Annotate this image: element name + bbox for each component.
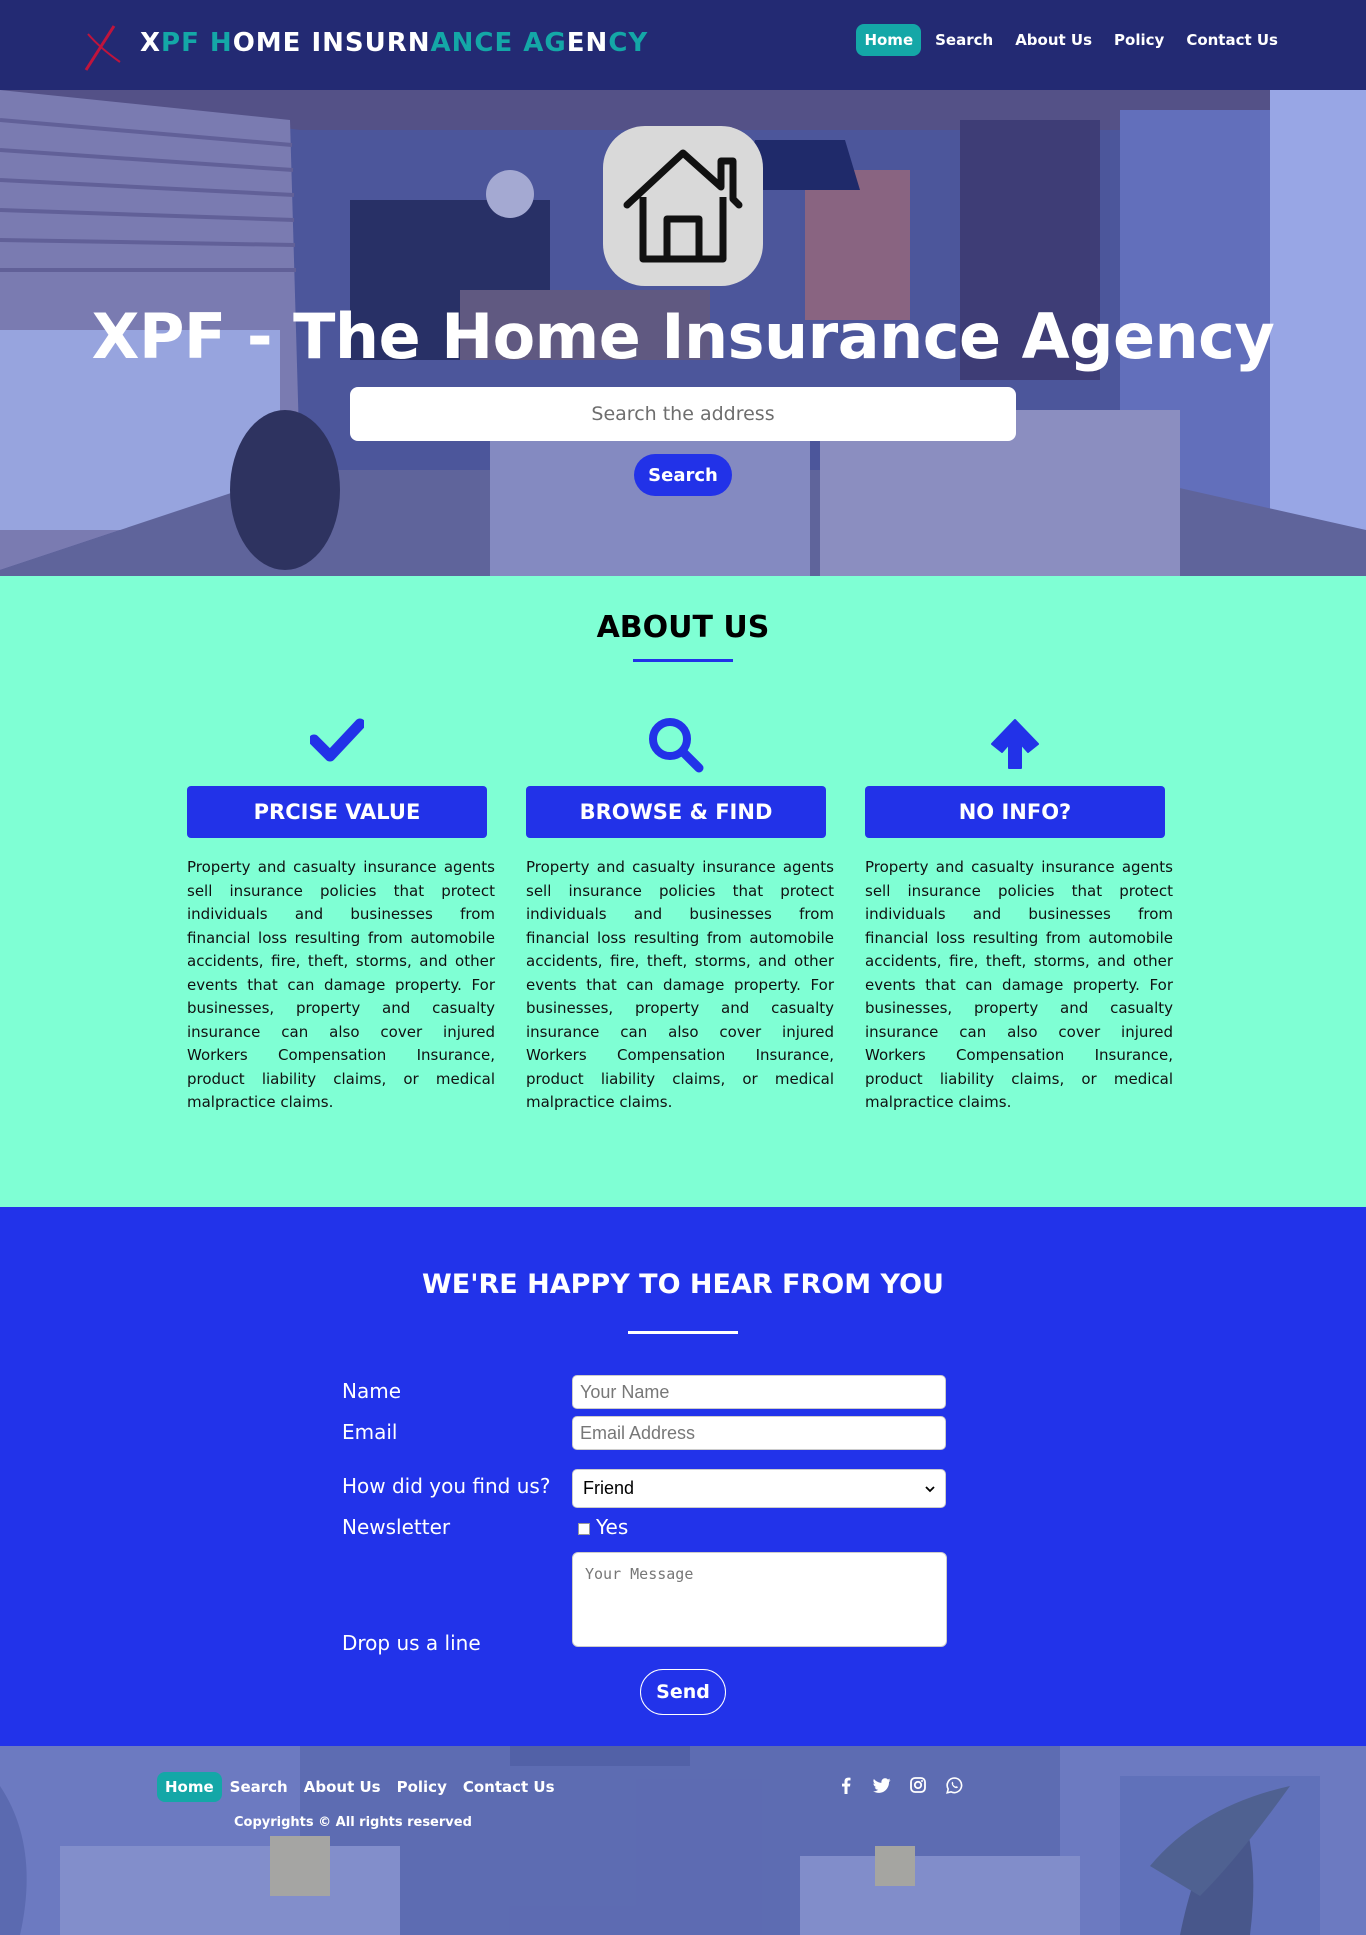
twitter-icon[interactable] <box>872 1775 892 1795</box>
copyright-text: Copyrights © All rights reserved <box>234 1815 472 1830</box>
magnifier-icon <box>526 716 826 773</box>
footer-nav-about-us[interactable]: About Us <box>296 1772 389 1802</box>
card-text: Property and casualty insurance agents s… <box>865 858 1173 1111</box>
email-label: Email <box>342 1420 398 1444</box>
hero-section: XPF - The Home Insurance Agency Search <box>0 90 1366 576</box>
footer-nav-contact-us[interactable]: Contact Us <box>455 1772 563 1802</box>
hero-title: XPF - The Home Insurance Agency <box>91 300 1275 373</box>
brand-part: X <box>140 28 162 58</box>
brand-part: PF H <box>161 28 233 58</box>
footer: Home Search About Us Policy Contact Us C… <box>0 1746 1366 1935</box>
house-logo-box <box>603 126 763 286</box>
card-heading: BROWSE & FIND <box>526 786 826 838</box>
footer-nav: Home Search About Us Policy Contact Us <box>157 1772 563 1802</box>
facebook-icon[interactable] <box>836 1775 856 1795</box>
brand-title[interactable]: XPF HOME INSURNANCE AGENCY <box>140 28 648 58</box>
nav-about-us[interactable]: About Us <box>1007 24 1100 56</box>
card-heading: NO INFO? <box>865 786 1165 838</box>
check-icon <box>187 716 487 772</box>
footer-nav-search[interactable]: Search <box>222 1772 296 1802</box>
footer-nav-home[interactable]: Home <box>157 1772 222 1802</box>
nav-policy[interactable]: Policy <box>1106 24 1172 56</box>
contact-section: WE'RE HAPPY TO HEAR FROM YOU Name Email … <box>0 1207 1366 1746</box>
whatsapp-icon[interactable] <box>944 1775 964 1795</box>
house-icon <box>623 149 743 263</box>
top-navbar: XPF HOME INSURNANCE AGENCY Home Search A… <box>0 0 1366 90</box>
card-text: Property and casualty insurance agents s… <box>526 858 834 1111</box>
message-textarea[interactable] <box>572 1552 947 1647</box>
send-button[interactable]: Send <box>640 1669 726 1715</box>
card-heading: PRCISE VALUE <box>187 786 487 838</box>
source-label: How did you find us? <box>342 1474 551 1498</box>
nav-contact-us[interactable]: Contact Us <box>1178 24 1286 56</box>
hero-search-button[interactable]: Search <box>634 454 732 496</box>
arrow-up-icon <box>865 716 1165 772</box>
about-section: ABOUT US PRCISE VALUE Property and casua… <box>0 576 1366 1250</box>
chevron-down-icon <box>925 1485 935 1492</box>
message-label: Drop us a line <box>342 1631 481 1655</box>
nav-home[interactable]: Home <box>856 24 922 56</box>
email-field[interactable] <box>572 1416 946 1450</box>
contact-title-underline <box>628 1331 738 1334</box>
logo-x-icon[interactable] <box>80 22 124 72</box>
contact-title: WE'RE HAPPY TO HEAR FROM YOU <box>422 1269 944 1300</box>
name-label: Name <box>342 1379 402 1403</box>
newsletter-option-label: Yes <box>596 1515 629 1539</box>
nav-search[interactable]: Search <box>927 24 1001 56</box>
instagram-icon[interactable] <box>908 1775 928 1795</box>
card-text: Property and casualty insurance agents s… <box>187 858 495 1111</box>
brand-part: EN <box>566 28 609 58</box>
about-title-underline <box>633 659 733 662</box>
brand-part: ANCE AG <box>430 28 567 58</box>
newsletter-label: Newsletter <box>342 1515 451 1539</box>
source-select-value: Friend <box>583 1478 635 1498</box>
nav-links: Home Search About Us Policy Contact Us <box>856 24 1286 56</box>
newsletter-checkbox[interactable] <box>578 1523 590 1535</box>
address-search-input[interactable] <box>350 387 1016 441</box>
social-links <box>836 1775 964 1795</box>
about-title: ABOUT US <box>596 610 770 645</box>
name-field[interactable] <box>572 1375 946 1409</box>
brand-part: CY <box>608 28 649 58</box>
footer-nav-policy[interactable]: Policy <box>389 1772 455 1802</box>
source-select[interactable]: Friend <box>572 1469 946 1508</box>
brand-part: OME INSURN <box>232 28 431 58</box>
